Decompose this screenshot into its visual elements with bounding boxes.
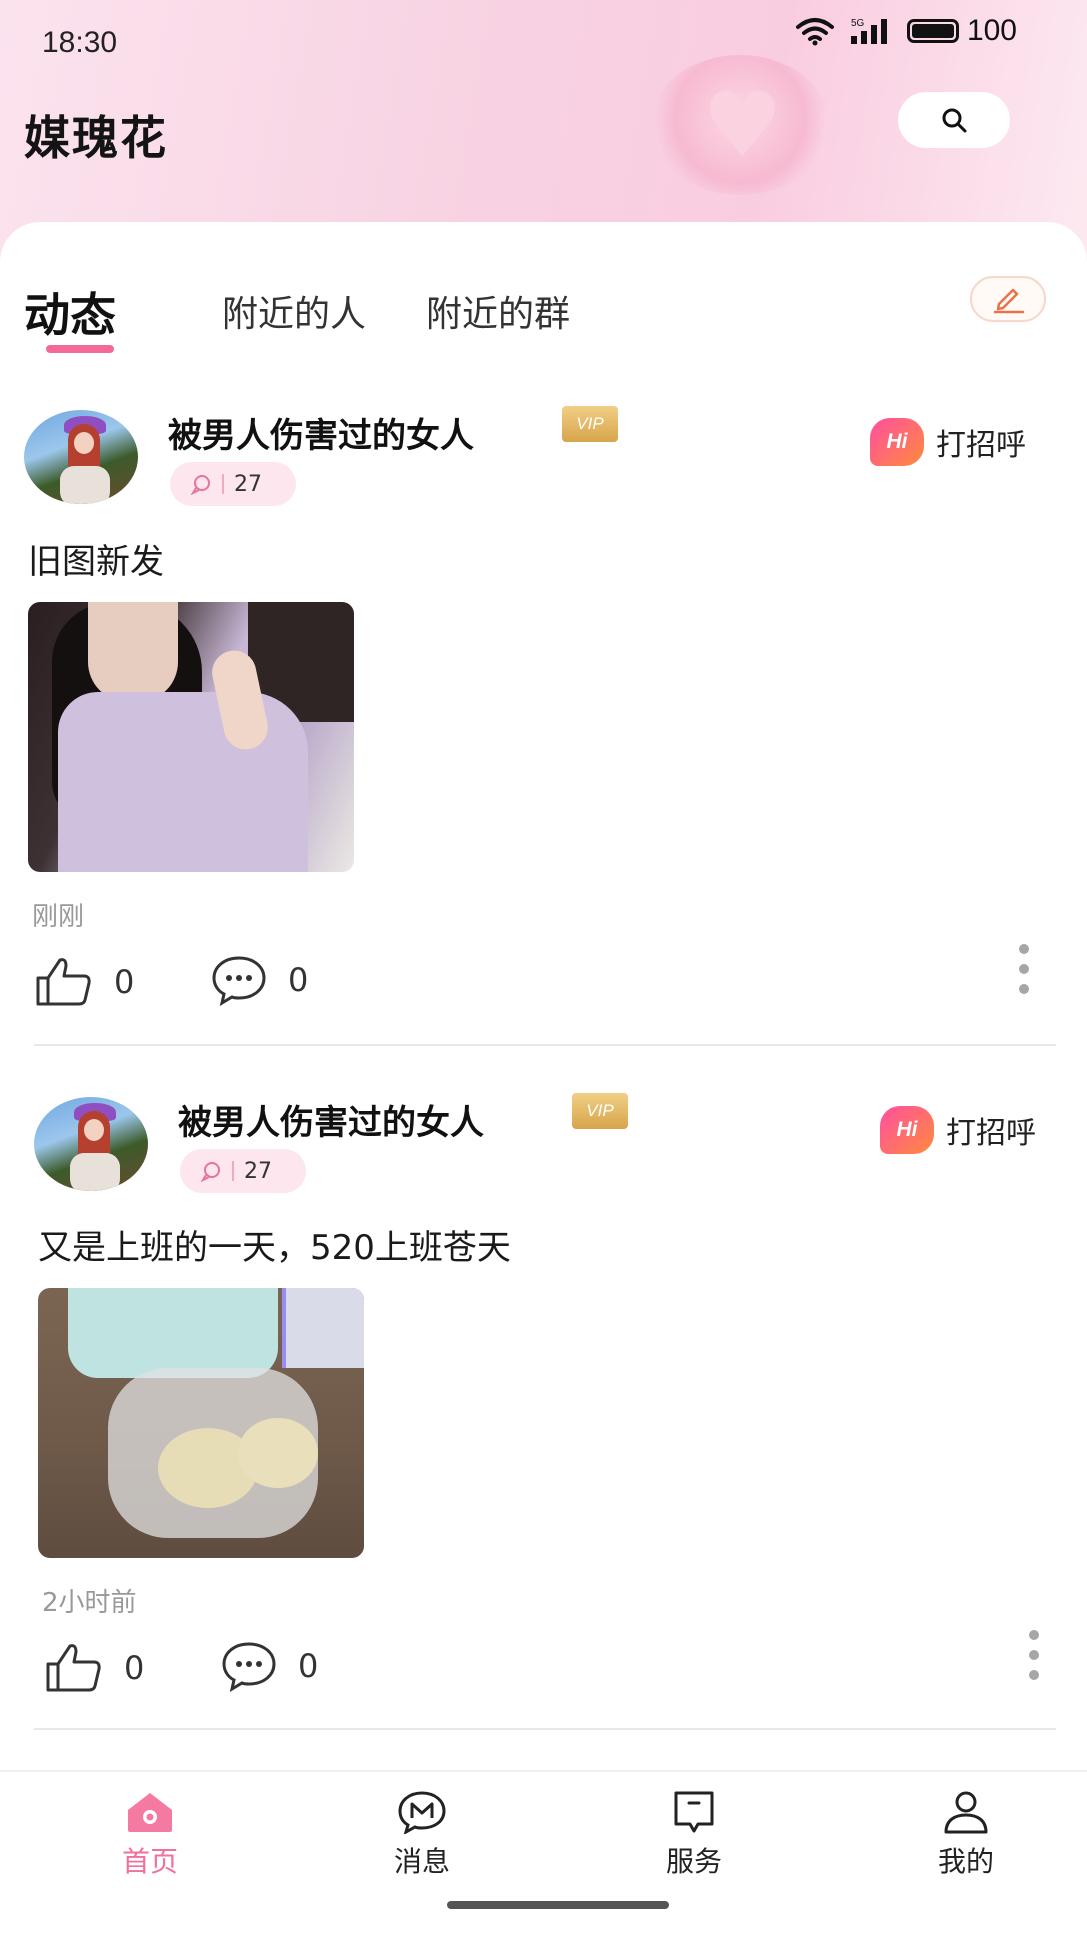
- post-divider: [34, 1728, 1056, 1730]
- like-count: 0: [114, 963, 135, 1001]
- post-photo[interactable]: [38, 1288, 364, 1558]
- thumbs-up-icon: [46, 1644, 101, 1692]
- thumbs-up-icon: [36, 958, 91, 1006]
- comment-count-label: 0: [288, 961, 309, 999]
- post-text: 又是上班的一天，520上班苍天: [38, 1228, 511, 1268]
- nav-profile[interactable]: 我的: [896, 1790, 1036, 1880]
- like-count: 0: [124, 1649, 145, 1687]
- comment-count: 27: [244, 1158, 272, 1184]
- nav-messages[interactable]: 消息: [352, 1790, 492, 1880]
- comment-button[interactable]: 0: [220, 1640, 318, 1692]
- comment-icon: [212, 956, 266, 1006]
- hi-icon: Hi: [880, 1106, 934, 1154]
- message-icon: [398, 1791, 446, 1834]
- home-icon: [128, 1793, 172, 1832]
- profile-icon: [944, 1791, 988, 1834]
- comment-count-label: 0: [298, 1647, 319, 1685]
- comment-button[interactable]: 0: [210, 954, 308, 1006]
- nav-home-label: 首页: [121, 1845, 178, 1878]
- chat-bubble-icon: [200, 1162, 220, 1182]
- comment-count-chip: 27: [180, 1149, 306, 1193]
- nav-profile-label: 我的: [937, 1845, 994, 1878]
- post-divider: [34, 1044, 1056, 1046]
- like-button[interactable]: 0: [34, 956, 134, 1008]
- nav-home[interactable]: 首页: [80, 1790, 220, 1880]
- post-timestamp: 刚刚: [32, 902, 85, 932]
- more-options-button[interactable]: [1018, 944, 1030, 994]
- vip-badge: VIP: [572, 1093, 628, 1129]
- avatar[interactable]: [34, 1097, 148, 1191]
- greet-button[interactable]: Hi 打招呼: [880, 1106, 1036, 1154]
- post-timestamp: 2小时前: [42, 1588, 137, 1618]
- nav-services[interactable]: 服务: [624, 1790, 764, 1880]
- post-card: 被男人伤害过的女人 VIP 27 Hi 打招呼 又是上班的一天，520上班苍天 …: [0, 0, 1087, 1730]
- greet-label: 打招呼: [946, 1116, 1036, 1151]
- home-indicator[interactable]: [447, 1901, 669, 1909]
- more-options-button[interactable]: [1028, 1630, 1040, 1680]
- nav-services-label: 服务: [665, 1845, 722, 1878]
- post-username[interactable]: 被男人伤害过的女人: [178, 1095, 484, 1144]
- service-icon: [674, 1791, 714, 1833]
- nav-messages-label: 消息: [393, 1845, 450, 1878]
- like-button[interactable]: 0: [44, 1642, 144, 1694]
- comment-icon: [222, 1642, 276, 1692]
